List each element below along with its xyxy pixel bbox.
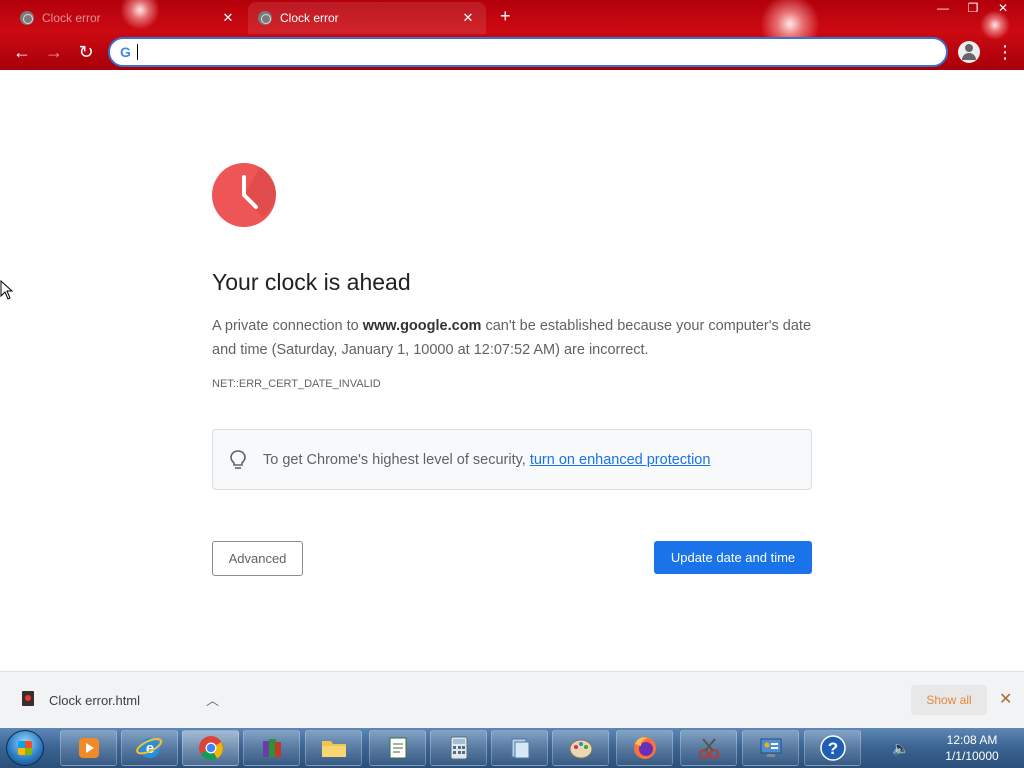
firefox-icon[interactable]	[616, 730, 673, 766]
download-bar: Clock error.html ︿ Show all ✕	[0, 671, 1024, 728]
profile-avatar-icon[interactable]	[958, 41, 980, 63]
omnibox-input[interactable]	[137, 44, 946, 60]
address-bar[interactable]: G	[108, 37, 948, 67]
html-file-icon	[22, 691, 34, 706]
mouse-pointer-icon	[0, 280, 14, 300]
download-file-name[interactable]: Clock error.html	[49, 693, 140, 708]
file-manager-icon[interactable]	[491, 730, 548, 766]
tab-title: Clock error	[280, 11, 339, 25]
error-code: NET::ERR_CERT_DATE_INVALID	[212, 378, 381, 390]
volume-icon[interactable]: 🔈	[892, 740, 909, 757]
error-description: A private connection to www.google.com c…	[212, 314, 812, 362]
advanced-button[interactable]: Advanced	[212, 541, 303, 576]
clock-date: 1/1/10000	[945, 749, 999, 763]
clock-time: 12:08 AM	[946, 733, 998, 747]
tab-strip: Clock error ✕ Clock error ✕ + — ❐ ✕	[0, 0, 1024, 34]
clock-error-icon	[212, 163, 276, 227]
description-prefix: A private connection to	[212, 318, 363, 334]
browser-chrome: Clock error ✕ Clock error ✕ + — ❐ ✕ ← → …	[0, 0, 1024, 70]
browser-toolbar: ← → ↻ G ⋮	[0, 34, 1024, 70]
close-download-bar-icon[interactable]: ✕	[999, 689, 1012, 709]
chrome-icon[interactable]	[182, 730, 239, 766]
winrar-icon[interactable]	[243, 730, 300, 766]
start-button[interactable]	[6, 730, 44, 766]
tab-clock-error-2[interactable]: Clock error ✕	[248, 2, 486, 34]
globe-icon	[20, 11, 34, 25]
show-all-button[interactable]: Show all	[911, 685, 987, 715]
lightbulb-icon	[230, 449, 246, 469]
tab-clock-error-1[interactable]: Clock error ✕	[10, 2, 246, 34]
chevron-up-icon[interactable]: ︿	[206, 690, 219, 709]
file-explorer-icon[interactable]	[305, 730, 362, 766]
enhanced-protection-link[interactable]: turn on enhanced protection	[530, 452, 711, 468]
windows-taskbar: e ? 🔈 12:08 AM 1/1/10000	[0, 728, 1024, 768]
restore-button[interactable]: ❐	[960, 0, 986, 18]
snipping-tool-icon[interactable]	[680, 730, 737, 766]
google-g-icon: G	[120, 44, 131, 60]
paint-icon[interactable]	[552, 730, 609, 766]
internet-explorer-icon[interactable]: e	[121, 730, 178, 766]
error-page: Your clock is ahead A private connection…	[0, 70, 1024, 671]
media-player-icon[interactable]	[60, 730, 117, 766]
window-controls: — ❐ ✕	[930, 0, 1016, 18]
notepad-icon[interactable]	[369, 730, 426, 766]
back-arrow-icon[interactable]: ←	[10, 40, 34, 64]
close-tab-icon[interactable]: ✕	[220, 10, 236, 26]
enhanced-protection-promo: To get Chrome's highest level of securit…	[212, 429, 812, 490]
page-title: Your clock is ahead	[212, 269, 411, 295]
globe-icon	[258, 11, 272, 25]
security-text: To get Chrome's highest level of securit…	[263, 451, 530, 468]
calculator-icon[interactable]	[430, 730, 487, 766]
forward-arrow-icon[interactable]: →	[42, 40, 66, 64]
minimize-button[interactable]: —	[930, 0, 956, 18]
control-panel-icon[interactable]	[742, 730, 799, 766]
svg-text:?: ?	[827, 739, 837, 758]
help-icon[interactable]: ?	[804, 730, 861, 766]
update-date-time-button[interactable]: Update date and time	[654, 541, 812, 574]
domain-name: www.google.com	[362, 318, 482, 334]
close-window-button[interactable]: ✕	[990, 0, 1016, 18]
close-tab-icon[interactable]: ✕	[460, 10, 476, 26]
new-tab-button[interactable]: +	[500, 6, 511, 27]
system-clock[interactable]: 12:08 AM 1/1/10000	[936, 732, 1008, 764]
kebab-menu-icon[interactable]: ⋮	[996, 40, 1014, 64]
reload-icon[interactable]: ↻	[74, 40, 98, 64]
security-message: To get Chrome's highest level of securit…	[263, 452, 710, 468]
tab-title: Clock error	[42, 11, 101, 25]
